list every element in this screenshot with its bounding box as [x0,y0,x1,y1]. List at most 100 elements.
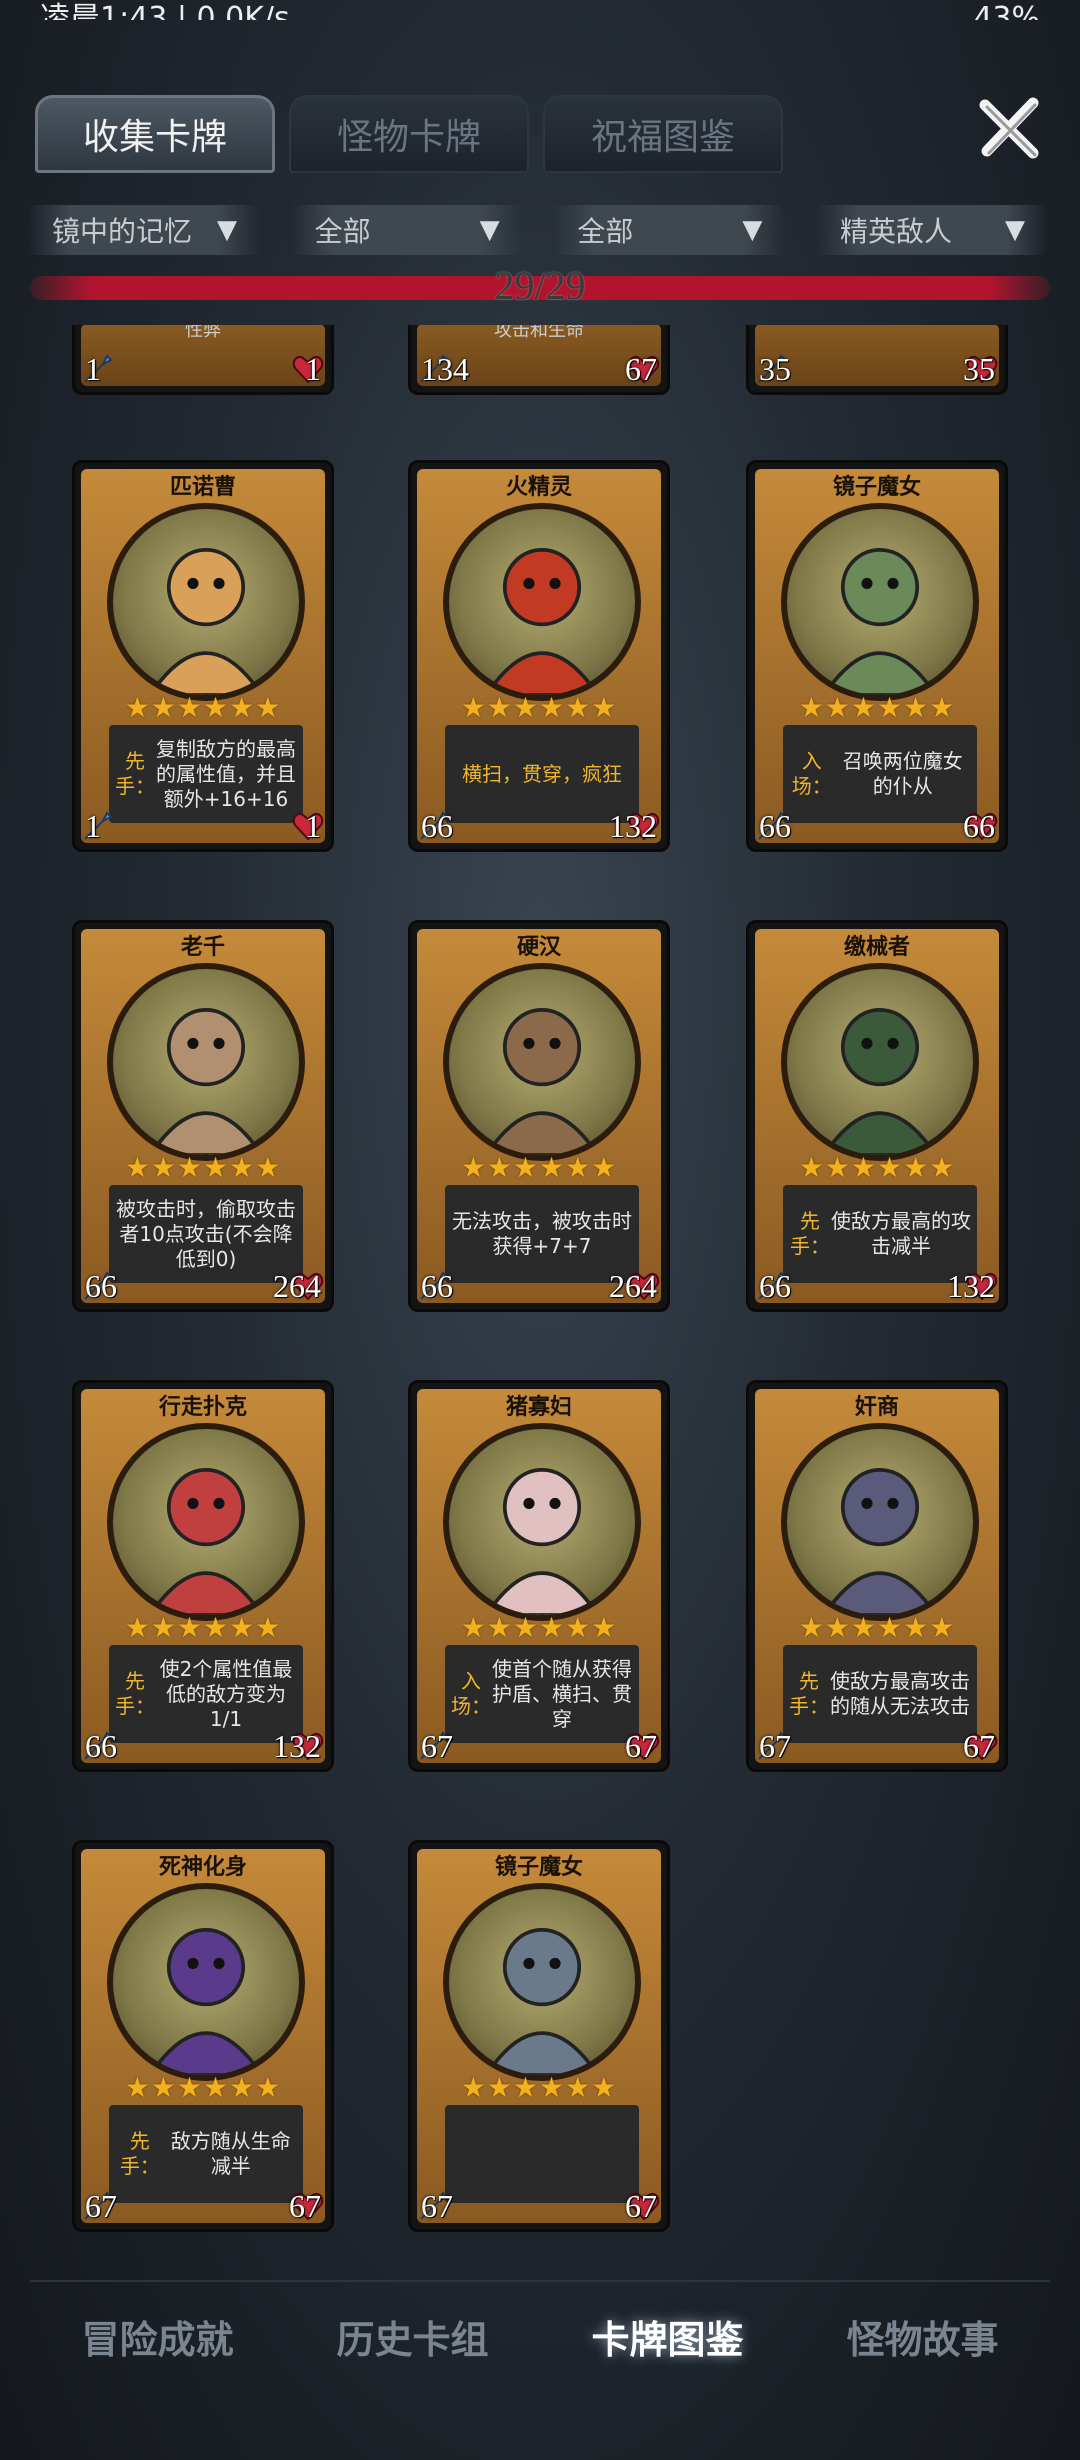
star-rating: ★★★★★★ [124,691,282,724]
description-text: 使2个属性值最低的敌方变为1/1 [159,1656,293,1731]
keyword: 入场： [791,749,832,798]
collection-progress-text: 29/29 [494,263,586,308]
card[interactable]: 镜子魔女 ★★★★★★ 67 67 [408,1840,670,2232]
card-attack: 66 [759,808,791,844]
card-description: 入场： 召唤两位魔女的仆从 [783,725,977,823]
filter-label: 全部 [314,215,371,248]
card-grid[interactable]: 性弊 1 1 攻击和生命 134 67 35 35 匹诺曹 ★★★★★★ 先手： 复制敌方的最高的属… [0,325,1080,2270]
card-portrait [107,1883,305,2081]
funnel-icon: ▼ [217,215,237,245]
card-health: 132 [273,1728,321,1764]
description-text: 使敌方最高的攻击减半 [831,1209,971,1258]
card[interactable]: 镜子魔女 ★★★★★★ 入场： 召唤两位魔女的仆从 66 66 [746,460,1008,852]
card-health: 67 [963,1728,995,1764]
star-rating: ★★★★★★ [798,1611,956,1644]
card-health: 66 [963,808,995,844]
filter-rarity[interactable]: 精英敌人 ▼ [815,205,1048,255]
filter-set[interactable]: 镜中的记忆 ▼ [28,205,260,255]
card-attack: 134 [421,351,469,387]
card-name: 猪寡妇 [505,1395,572,1420]
nav-history-decks[interactable]: 历史卡组 [336,2309,488,2364]
status-bar: 凌晨1:43 | 0.0K/s 43% [0,0,1080,21]
card[interactable]: 硬汉 ★★★★★★ 无法攻击，被攻击时获得+7+7 66 264 [408,920,670,1312]
card-attack: 66 [85,1728,117,1764]
keyword: 先手： [115,749,155,798]
description-text: 被攻击时，偷取攻击者10点攻击(不会降低到0) [116,1196,296,1271]
filter-label: 镜中的记忆 [52,215,193,248]
card-attack: 66 [759,1268,791,1304]
description-text: 召唤两位魔女的仆从 [842,749,963,798]
card[interactable]: 奸商 ★★★★★★ 先手： 使敌方最高攻击的随从无法攻击 67 67 [746,1380,1008,1772]
close-icon [979,97,1039,159]
card-attack: 35 [759,351,791,387]
card-description: 先手： 使敌方最高攻击的随从无法攻击 [783,1645,977,1743]
description-text: 使敌方最高攻击的随从无法攻击 [830,1669,970,1718]
funnel-icon: ▼ [479,215,500,245]
nav-monster-stories[interactable]: 怪物故事 [846,2309,998,2364]
filter-label: 精英敌人 [839,215,952,248]
nav-card-codex[interactable]: 卡牌图鉴 [591,2309,743,2364]
card-partial[interactable]: 35 35 [746,325,1008,395]
description-text: 无法攻击，被攻击时获得+7+7 [452,1209,632,1258]
card-portrait [443,963,641,1161]
card-health: 264 [273,1268,321,1304]
funnel-icon: ▼ [1004,215,1025,245]
card-portrait [781,503,979,701]
card[interactable]: 火精灵 ★★★★★★ 横扫，贯穿，疯狂 66 132 [408,460,670,852]
tab-monster-cards[interactable]: 怪物卡牌 [289,95,529,173]
star-rating: ★★★★★★ [460,1151,618,1184]
tab-bar: 收集卡牌 怪物卡牌 祝福图鉴 [35,95,783,175]
card-partial[interactable]: 性弊 1 1 [72,325,334,395]
card[interactable]: 猪寡妇 ★★★★★★ 入场： 使首个随从获得护盾、横扫、贯穿 67 67 [408,1380,670,1772]
card[interactable]: 缴械者 ★★★★★★ 先手： 使敌方最高的攻击减半 66 132 [746,920,1008,1312]
card-portrait [443,1423,641,1621]
keyword: 先手： [119,2129,160,2178]
description-text: 使首个随从获得护盾、横扫、贯穿 [492,1656,632,1731]
tab-blessing-codex[interactable]: 祝福图鉴 [543,95,783,173]
card[interactable]: 匹诺曹 ★★★★★★ 先手： 复制敌方的最高的属性值，并且额外+16+16 1 1 [72,460,334,852]
tab-collected-cards[interactable]: 收集卡牌 [35,95,275,173]
card[interactable]: 老千 ★★★★★★ 被攻击时，偷取攻击者10点攻击(不会降低到0) 66 264 [72,920,334,1312]
star-rating: ★★★★★★ [460,1611,618,1644]
card-portrait [781,1423,979,1621]
close-button[interactable] [970,88,1050,168]
card-name: 火精灵 [505,475,572,500]
card-health: 132 [609,808,657,844]
card-name: 镜子魔女 [494,1855,583,1880]
card-name: 行走扑克 [158,1395,247,1420]
card-attack: 67 [759,1728,791,1764]
star-rating: ★★★★★★ [460,2071,618,2104]
star-rating: ★★★★★★ [460,691,618,724]
bottom-nav: 冒险成就 历史卡组 卡牌图鉴 怪物故事 [30,2280,1050,2390]
filter-type[interactable]: 全部 ▼ [553,205,786,255]
status-left: 凌晨1:43 | 0.0K/s [40,1,290,21]
card-description: 先手： 复制敌方的最高的属性值，并且额外+16+16 [109,725,303,823]
filter-label: 全部 [577,215,634,248]
card-health: 67 [625,2188,657,2224]
keyword: 先手： [789,1669,829,1718]
card-description: 入场： 使首个随从获得护盾、横扫、贯穿 [445,1645,639,1743]
description-text: 复制敌方的最高的属性值，并且额外+16+16 [156,736,296,811]
card-name: 死神化身 [158,1855,247,1880]
nav-achievements[interactable]: 冒险成就 [81,2309,233,2364]
star-rating: ★★★★★★ [798,691,956,724]
card-attack: 67 [421,2188,453,2224]
filter-class[interactable]: 全部 ▼ [290,205,523,255]
card-name: 镜子魔女 [832,475,921,500]
card-partial[interactable]: 攻击和生命 134 67 [408,325,670,395]
star-rating: ★★★★★★ [124,1611,282,1644]
keyword: 先手： [115,1669,155,1718]
filter-row: 镜中的记忆 ▼ 全部 ▼ 全部 ▼ 精英敌人 ▼ [28,205,1048,259]
card-attack: 1 [85,351,101,387]
card-attack: 1 [85,808,101,844]
card[interactable]: 行走扑克 ★★★★★★ 先手： 使2个属性值最低的敌方变为1/1 66 132 [72,1380,334,1772]
keyword: 先手： [790,1209,830,1258]
star-rating: ★★★★★★ [124,1151,282,1184]
card-health: 1 [305,808,321,844]
card[interactable]: 死神化身 ★★★★★★ 先手： 敌方随从生命减半 67 67 [72,1840,334,2232]
card-portrait [107,963,305,1161]
keyword: 入场： [451,1669,491,1718]
card-name: 匹诺曹 [169,475,236,500]
card-health: 35 [963,351,995,387]
card-description: 性弊 [185,325,221,341]
